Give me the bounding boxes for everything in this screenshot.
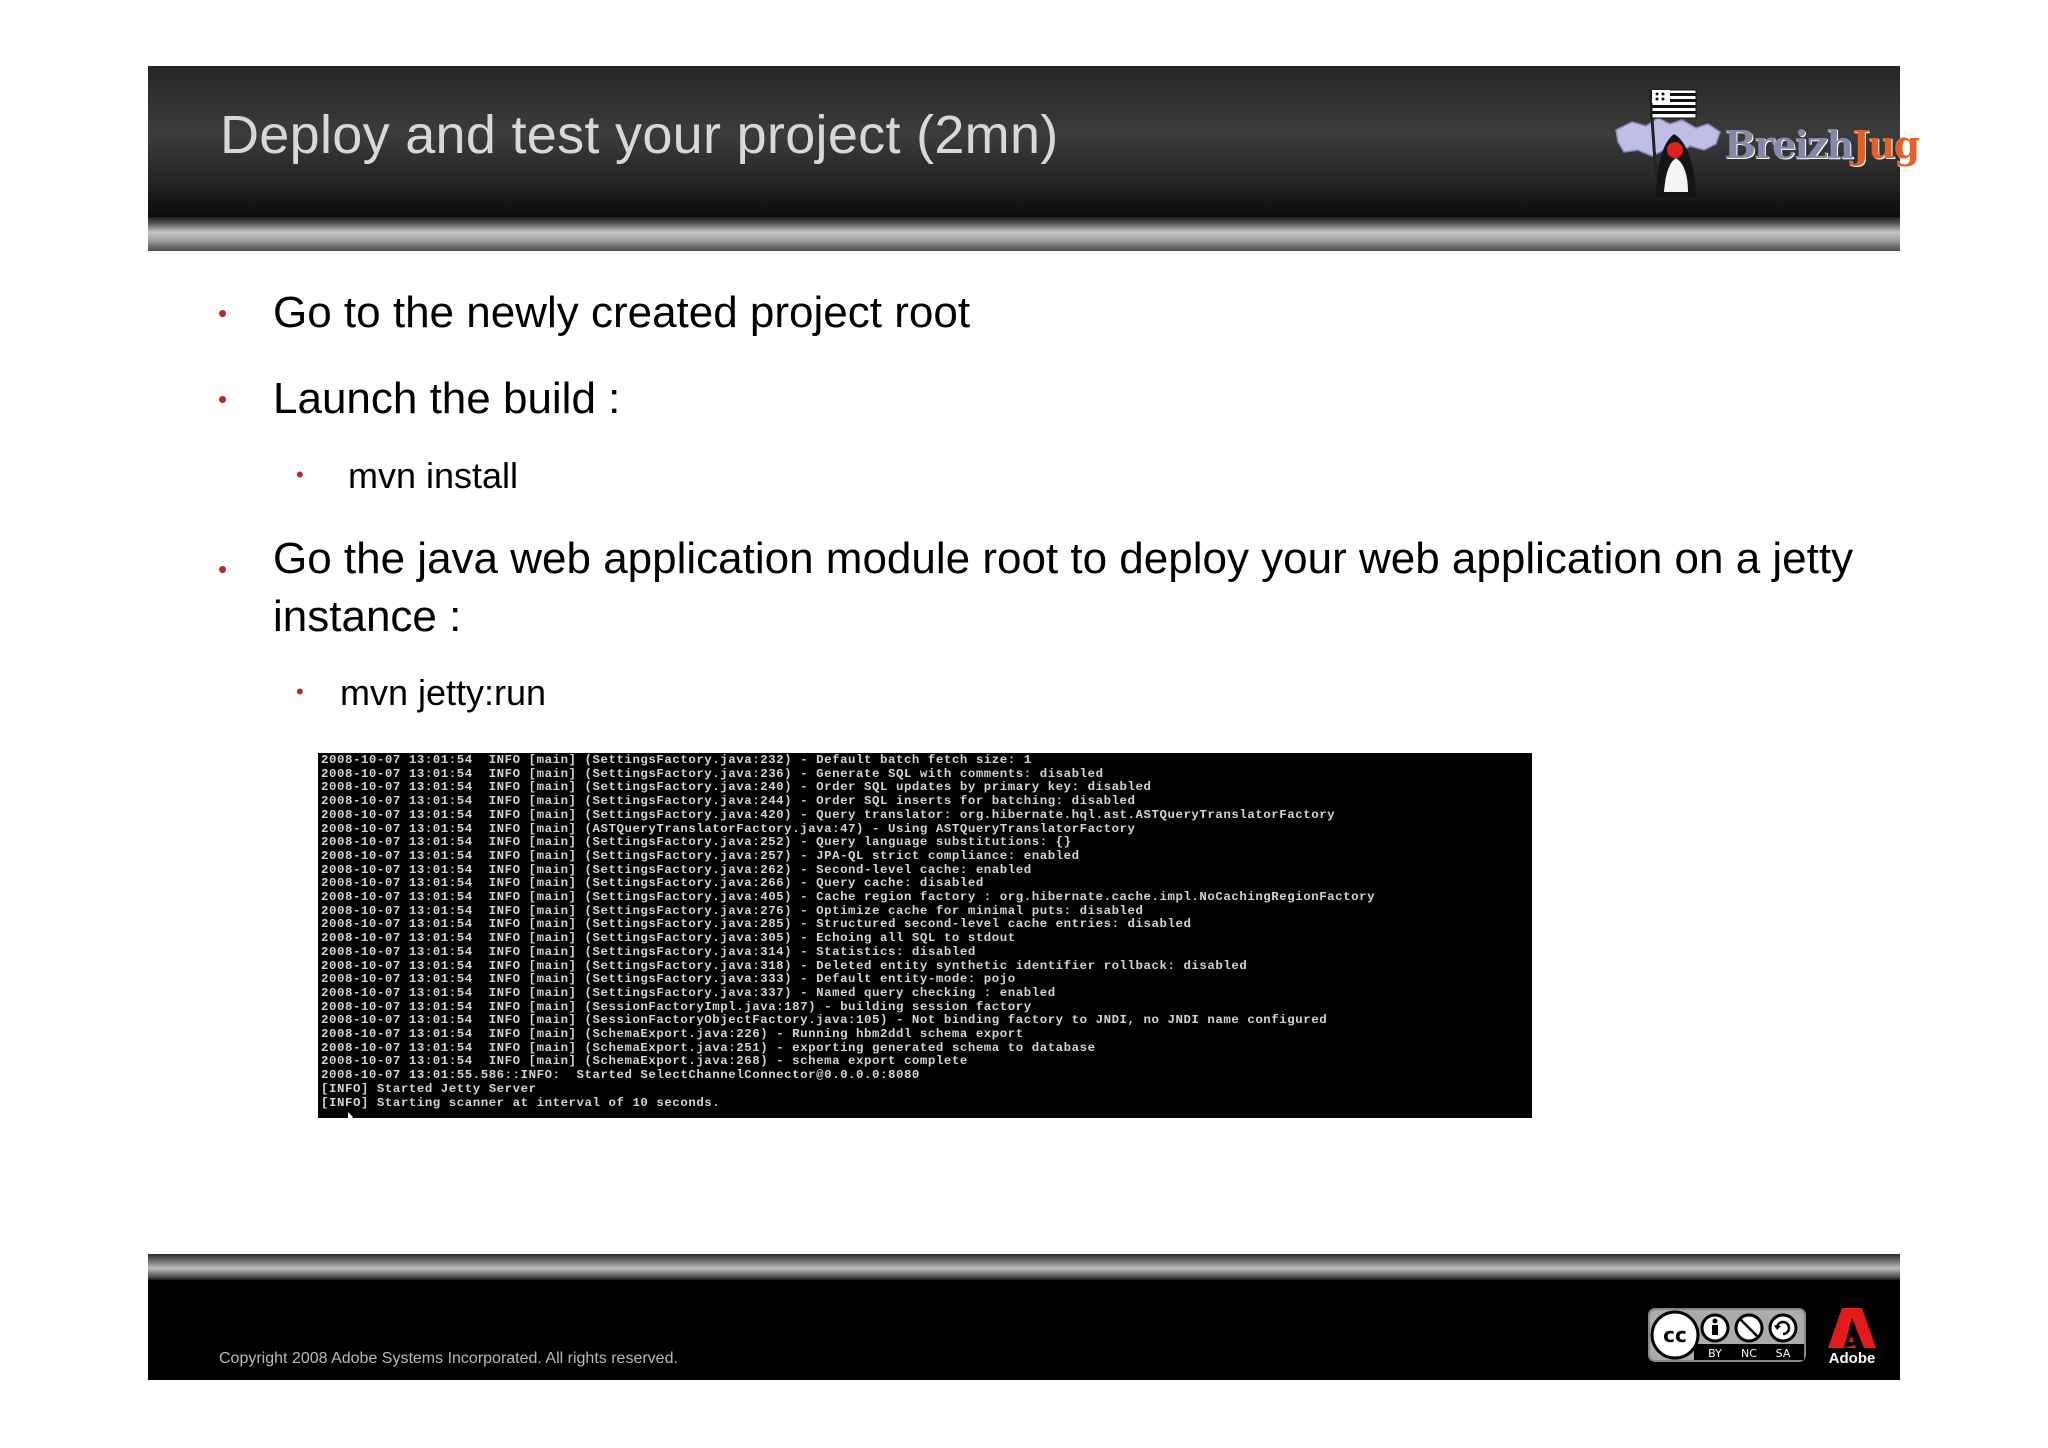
sub-bullet-text: mvn install — [348, 455, 519, 496]
console-line: 2008-10-07 13:01:54 INFO [main] (Setting… — [321, 780, 1152, 795]
console-line: 2008-10-07 13:01:54 INFO [main] (Setting… — [321, 985, 1056, 1000]
slide-title: Deploy and test your project (2mn) — [220, 105, 1059, 165]
console-screenshot: 2008-10-07 13:01:54 INFO [main] (Setting… — [318, 753, 1532, 1118]
console-line: 2008-10-07 13:01:54 INFO [main] (Setting… — [321, 944, 976, 959]
breizhjug-mascot-icon — [1615, 89, 1721, 198]
console-line: [INFO] Starting scanner at interval of 1… — [321, 1095, 721, 1110]
console-line: 2008-10-07 13:01:54 INFO [main] (SchemaE… — [321, 1027, 1024, 1042]
console-line: 2008-10-07 13:01:54 INFO [main] (Session… — [321, 1013, 1328, 1028]
console-line: 2008-10-07 13:01:54 INFO [main] (Setting… — [321, 835, 1072, 850]
breizhjug-logo-text: BreizhJug — [1724, 122, 1920, 167]
console-line: 2008-10-07 13:01:54 INFO [main] (Setting… — [321, 903, 1144, 918]
console-line: 2008-10-07 13:01:54 INFO [main] (Setting… — [321, 766, 1104, 781]
console-line: 2008-10-07 13:01:54 INFO [main] (Session… — [321, 999, 1032, 1014]
sub-bullet-text: mvn jetty:run — [340, 672, 547, 713]
adobe-logo-icon: Adobe — [1824, 1306, 1880, 1370]
header-stripe — [148, 217, 1900, 251]
slide: Deploy and test your project (2mn) Breiz… — [0, 0, 2048, 1448]
console-line: 2008-10-07 13:01:55.586::INFO: Started S… — [321, 1068, 920, 1083]
console-line: 2008-10-07 13:01:54 INFO [main] (Setting… — [321, 890, 1376, 905]
sub-bullet-marker: • — [296, 679, 304, 704]
bullet-text: Go to the newly created project root — [273, 288, 971, 337]
breizhjug-logo-icon: BreizhJug — [1612, 84, 1920, 206]
bullet-text: Launch the build : — [273, 374, 621, 423]
creative-commons-icon: cc BY NC SA — [1648, 1308, 1808, 1364]
adobe-logo-label: Adobe — [1828, 1350, 1876, 1367]
console-line: [INFO] Started Jetty Server — [321, 1081, 537, 1096]
bullet-marker: • — [218, 298, 228, 328]
console-line: 2008-10-07 13:01:54 INFO [main] (Setting… — [321, 848, 1080, 863]
bullet-text: Go the java web application module root … — [273, 534, 1854, 641]
footer-stripe — [148, 1254, 1900, 1280]
console-line: 2008-10-07 13:01:54 INFO [main] (Setting… — [321, 876, 984, 891]
console-line: 2008-10-07 13:01:54 INFO [main] (Setting… — [321, 753, 1032, 767]
console-line: 2008-10-07 13:01:54 INFO [main] (Setting… — [321, 807, 1336, 822]
mouse-cursor-icon — [348, 1112, 353, 1122]
cc-label-sa: SA — [1776, 1347, 1791, 1360]
console-line: 2008-10-07 13:01:54 INFO [main] (SchemaE… — [321, 1054, 968, 1069]
bullet-marker: • — [218, 554, 228, 584]
console-line: 2008-10-07 13:01:54 INFO [main] (Setting… — [321, 794, 1136, 809]
bullet-marker: • — [218, 384, 228, 414]
sub-bullet-marker: • — [296, 462, 304, 487]
cc-label-nc: NC — [1741, 1347, 1757, 1360]
copyright-text: Copyright 2008 Adobe Systems Incorporate… — [219, 1350, 678, 1367]
console-line: 2008-10-07 13:01:54 INFO [main] (Setting… — [321, 931, 1016, 946]
console-line: 2008-10-07 13:01:54 INFO [main] (ASTQuer… — [321, 821, 1136, 836]
console-line: 2008-10-07 13:01:54 INFO [main] (Setting… — [321, 917, 1192, 932]
cc-label-by: BY — [1708, 1347, 1722, 1360]
console-line: 2008-10-07 13:01:54 INFO [main] (Setting… — [321, 972, 1016, 987]
cc-mark: cc — [1663, 1323, 1687, 1347]
console-line: 2008-10-07 13:01:54 INFO [main] (SchemaE… — [321, 1040, 1096, 1055]
console-line: 2008-10-07 13:01:54 INFO [main] (Setting… — [321, 862, 1032, 877]
console-line: 2008-10-07 13:01:54 INFO [main] (Setting… — [321, 958, 1248, 973]
